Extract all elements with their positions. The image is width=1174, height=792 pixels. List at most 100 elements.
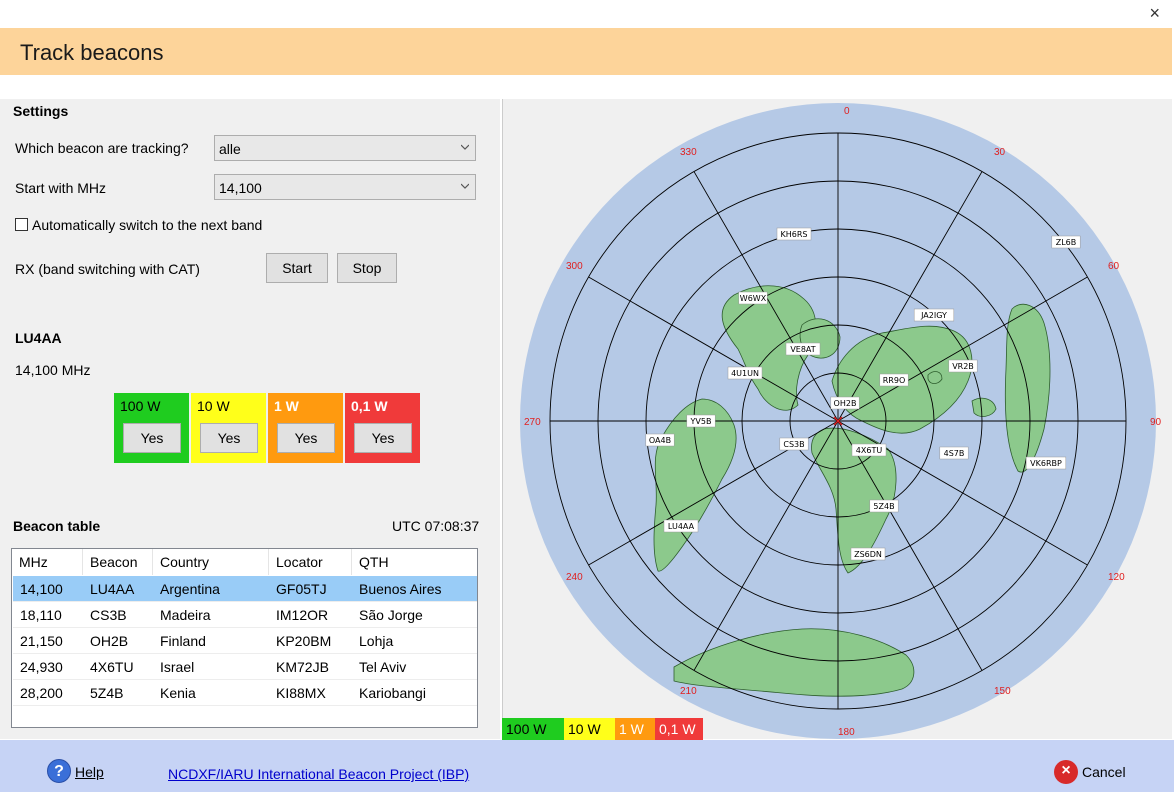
power-label: 0,1 W (351, 398, 388, 414)
column-header-mhz[interactable]: MHz (12, 549, 83, 575)
cell-qth: São Jorge (359, 607, 423, 623)
stop-button[interactable]: Stop (337, 253, 397, 283)
beacon-marker-label: OH2B (834, 399, 857, 408)
beacon-marker-label: 5Z4B (873, 502, 894, 511)
bearing-label: 330 (680, 147, 697, 158)
beacon-marker[interactable]: 5Z4B (869, 499, 899, 513)
which-beacon-label: Which beacon are tracking? (15, 140, 189, 156)
legend-10w: 10 W (564, 718, 615, 740)
beacon-marker[interactable]: VE8AT (785, 342, 821, 356)
beacon-marker[interactable]: LU4AA (663, 519, 699, 533)
column-header-locator[interactable]: Locator (269, 549, 352, 575)
cancel-button[interactable]: Cancel (1082, 764, 1126, 780)
cell-locator: KP20BM (276, 633, 332, 649)
auto-switch-checkbox[interactable] (15, 218, 28, 231)
power-100w-yes-button[interactable]: Yes (123, 423, 181, 453)
help-link[interactable]: Help (75, 764, 104, 780)
cell-country: Madeira (160, 607, 211, 623)
beacon-marker[interactable]: OH2B (830, 396, 860, 410)
beacon-marker[interactable]: 4X6TU (851, 443, 887, 457)
beacon-marker-label: VE8AT (790, 345, 815, 354)
beacon-marker-label: RR9O (883, 376, 906, 385)
close-icon[interactable]: × (1149, 4, 1160, 22)
auto-switch-label[interactable]: Automatically switch to the next band (32, 217, 262, 233)
cell-country: Israel (160, 659, 195, 675)
cell-beacon: OH2B (90, 633, 129, 649)
beacon-table: MHz Beacon Country Locator QTH 14,100 LU… (11, 548, 478, 728)
column-header-qth[interactable]: QTH (352, 549, 477, 575)
beacon-marker[interactable]: VK6RBP (1025, 456, 1067, 470)
beacon-marker-label: 4S7B (944, 449, 965, 458)
cell-locator: KM72JB (276, 659, 329, 675)
start-mhz-select[interactable]: 14,100 (214, 174, 476, 200)
beacon-marker-label: ZL6B (1056, 238, 1077, 247)
beacon-marker[interactable]: JA2IGY (913, 308, 955, 322)
beacon-marker-label: CS3B (783, 440, 804, 449)
beacon-marker-label: 4X6TU (856, 446, 883, 455)
dialog-header (0, 28, 1172, 75)
table-row[interactable]: 24,930 4X6TU Israel KM72JB Tel Aviv (13, 654, 477, 680)
beacon-marker-label: VK6RBP (1030, 459, 1062, 468)
table-row[interactable]: 18,110 CS3B Madeira IM12OR São Jorge (13, 602, 477, 628)
cell-qth: Lohja (359, 633, 394, 649)
cell-beacon: 4X6TU (90, 659, 134, 675)
cell-country: Finland (160, 633, 206, 649)
beacon-marker[interactable]: KH6RS (776, 227, 812, 241)
ibp-project-link[interactable]: NCDXF/IARU International Beacon Project … (168, 766, 469, 782)
start-button[interactable]: Start (266, 253, 328, 283)
beacon-marker[interactable]: OA4B (645, 433, 675, 447)
bearing-label: 150 (994, 686, 1011, 697)
power-10w-yes-button[interactable]: Yes (200, 423, 258, 453)
beacon-marker-label: OA4B (649, 436, 671, 445)
table-row[interactable]: 14,100 LU4AA Argentina GF05TJ Buenos Air… (13, 576, 477, 602)
legend-100w: 100 W (502, 718, 564, 740)
cell-locator: GF05TJ (276, 581, 327, 597)
cell-mhz: 18,110 (20, 607, 62, 623)
rx-label: RX (band switching with CAT) (15, 261, 200, 277)
utc-clock: UTC 07:08:37 (392, 518, 480, 534)
beacon-marker[interactable]: 4S7B (939, 446, 969, 460)
beacon-marker-label: JA2IGY (920, 311, 947, 320)
cell-qth: Kariobangi (359, 685, 426, 701)
cell-locator: IM12OR (276, 607, 329, 623)
help-icon[interactable]: ? (47, 759, 71, 783)
bearing-label: 30 (994, 147, 1006, 158)
power-label: 1 W (274, 398, 299, 414)
bearing-label: 60 (1108, 261, 1120, 272)
bearing-label: 0 (844, 106, 850, 117)
beacon-marker-label: KH6RS (781, 230, 808, 239)
power-01w-yes-button[interactable]: Yes (354, 423, 412, 453)
column-header-beacon[interactable]: Beacon (83, 549, 153, 575)
beacon-marker[interactable]: YV5B (686, 414, 716, 428)
cell-mhz: 28,200 (20, 685, 63, 701)
which-beacon-select[interactable]: alle (214, 135, 476, 161)
beacon-marker[interactable]: VR2B (948, 359, 978, 373)
azimuthal-map[interactable]: 0 30 60 90 120 150 180 210 240 270 300 3… (502, 99, 1170, 739)
cell-beacon: 5Z4B (90, 685, 124, 701)
cell-beacon: LU4AA (90, 581, 135, 597)
cell-mhz: 21,150 (20, 633, 63, 649)
bearing-label: 90 (1150, 417, 1162, 428)
beacon-marker[interactable]: ZL6B (1051, 235, 1081, 249)
cell-mhz: 14,100 (20, 581, 63, 597)
beacon-marker[interactable]: RR9O (879, 373, 909, 387)
beacon-marker[interactable]: CS3B (779, 437, 809, 451)
bearing-label: 270 (524, 417, 541, 428)
beacon-marker[interactable]: ZS6DN (850, 547, 886, 561)
start-mhz-label: Start with MHz (15, 180, 107, 196)
beacon-table-title: Beacon table (13, 518, 101, 534)
beacon-marker-label: ZS6DN (854, 550, 882, 559)
table-row[interactable]: 28,200 5Z4B Kenia KI88MX Kariobangi (13, 680, 477, 706)
table-row[interactable]: 21,150 OH2B Finland KP20BM Lohja (13, 628, 477, 654)
beacon-marker[interactable]: 4U1UN (727, 366, 763, 380)
cancel-icon[interactable]: × (1054, 760, 1078, 784)
beacon-marker-label: YV5B (690, 417, 712, 426)
power-1w-yes-button[interactable]: Yes (277, 423, 335, 453)
beacon-marker[interactable]: W6WX (738, 291, 768, 305)
column-header-country[interactable]: Country (153, 549, 269, 575)
settings-heading: Settings (13, 103, 69, 119)
cell-qth: Buenos Aires (359, 581, 442, 597)
start-mhz-value: 14,100 (219, 180, 262, 196)
power-1w-box: 1 W Yes (268, 393, 343, 463)
bearing-label: 210 (680, 686, 697, 697)
